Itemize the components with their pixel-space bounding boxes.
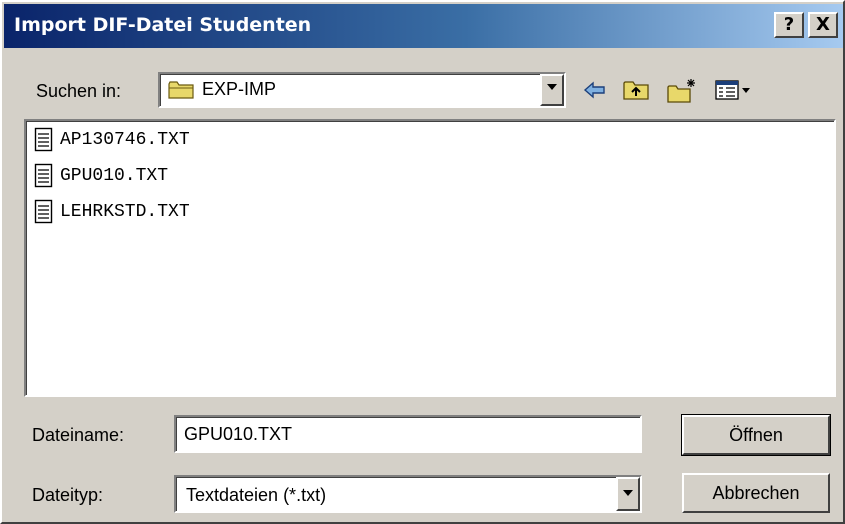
file-name: LEHRKSTD.TXT — [60, 202, 190, 222]
look-in-label: Suchen in: — [36, 81, 122, 101]
chevron-down-icon — [623, 490, 633, 496]
text-file-icon — [34, 163, 54, 194]
text-file-icon — [34, 127, 54, 158]
dialog-title: Import DIF-Datei Studenten — [14, 14, 312, 36]
file-name: AP130746.TXT — [60, 130, 190, 150]
new-folder-icon — [667, 79, 695, 103]
view-menu-button[interactable] — [714, 78, 752, 104]
file-name: GPU010.TXT — [60, 166, 169, 186]
back-arrow-icon — [583, 81, 605, 99]
current-folder-name: EXP-IMP — [202, 79, 277, 99]
help-button[interactable]: ? — [774, 12, 804, 38]
folder-icon — [168, 80, 196, 105]
filename-field[interactable]: GPU010.TXT — [174, 415, 642, 453]
chevron-down-icon — [547, 84, 557, 90]
up-folder-icon — [623, 81, 649, 100]
look-in-combo[interactable]: EXP-IMP — [158, 72, 566, 108]
look-in-dropdown-button[interactable] — [540, 74, 564, 106]
up-folder-button[interactable] — [622, 78, 650, 104]
filename-label: Dateiname: — [32, 425, 125, 445]
view-menu-icon — [715, 80, 750, 100]
new-folder-button[interactable] — [666, 78, 698, 104]
file-list[interactable]: AP130746.TXT GPU010.TXT LEHRKSTD.TXT — [24, 119, 836, 397]
filetype-select[interactable]: Textdateien (*.txt) — [174, 475, 642, 513]
back-button[interactable] — [582, 78, 608, 104]
filetype-value: Textdateien (*.txt) — [186, 485, 327, 505]
text-file-icon — [34, 199, 54, 230]
filetype-label: Dateityp: — [32, 485, 104, 505]
filetype-dropdown-button[interactable] — [616, 477, 640, 511]
open-button[interactable]: Öffnen — [681, 414, 831, 456]
close-button[interactable]: X — [808, 12, 838, 38]
filename-value: GPU010.TXT — [184, 424, 293, 444]
title-bar[interactable]: Import DIF-Datei Studenten ? X — [4, 4, 843, 48]
cancel-button[interactable]: Abbrechen — [682, 473, 830, 513]
dialog-window: Import DIF-Datei Studenten ? X Suchen in… — [0, 0, 845, 524]
